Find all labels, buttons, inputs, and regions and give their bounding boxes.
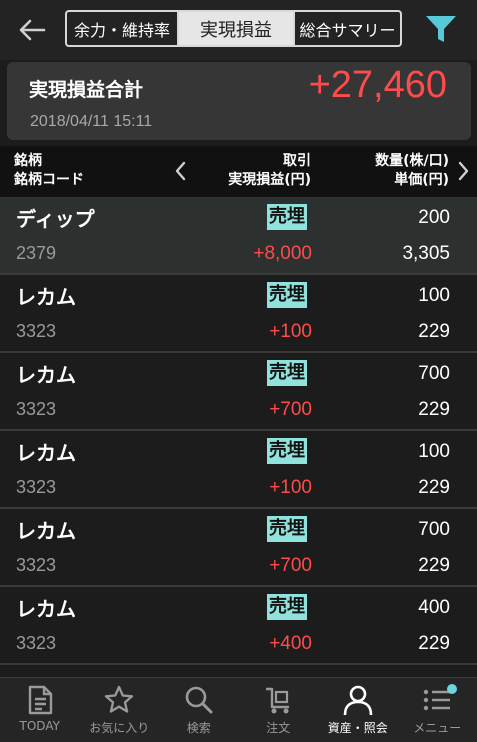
trade-type-badge: 売埋 (267, 282, 307, 308)
table-row[interactable]: レカム 3323 売埋 +400 400 229 (0, 587, 477, 665)
trade-type-badge: 売埋 (267, 438, 307, 464)
column-trade-label: 取引 (228, 152, 311, 171)
stock-name: ディップ (16, 203, 95, 232)
stock-code: 3323 (16, 633, 56, 654)
quantity: 100 (418, 285, 450, 307)
table-row[interactable]: レカム 3323 売埋 +700 700 229 (0, 509, 477, 587)
filter-icon (424, 12, 458, 46)
trade-type-badge: 売埋 (267, 360, 307, 386)
summary-label: 実現損益合計 (29, 75, 143, 102)
summary-datetime: 2018/04/11 15:11 (30, 113, 152, 131)
tab-margin[interactable]: 余力・維持率 (67, 12, 179, 45)
realized-pnl: +700 (269, 399, 312, 421)
back-arrow-icon (14, 14, 50, 46)
cart-icon (262, 684, 294, 716)
chevron-left-icon[interactable] (174, 160, 188, 182)
nav-order[interactable]: 注文 (239, 678, 319, 742)
nav-favorites-label: お気に入り (80, 719, 160, 736)
nav-today-label: TODAY (0, 719, 80, 733)
trade-type-badge: 売埋 (267, 204, 307, 230)
unit-price: 229 (418, 555, 450, 577)
stock-name: レカム (16, 359, 76, 388)
table-row[interactable]: レカム 3323 売埋 +100 100 229 (0, 275, 477, 353)
summary-card: 実現損益合計 +27,460 2018/04/11 15:11 (7, 62, 471, 140)
nav-menu[interactable]: メニュー (398, 678, 477, 742)
column-stock: 銘柄 銘柄コード (14, 152, 84, 190)
nav-search[interactable]: 検索 (159, 678, 239, 742)
tab-realized-pnl[interactable]: 実現損益 (179, 12, 293, 45)
nav-today[interactable]: TODAY (0, 678, 80, 742)
trade-type-badge: 売埋 (267, 594, 307, 620)
segment-control: 余力・維持率 実現損益 総合サマリー (65, 10, 402, 47)
unit-price: 229 (418, 477, 450, 499)
nav-menu-label: メニュー (398, 719, 477, 736)
table-row[interactable]: レカム 3323 売埋 +100 100 229 (0, 431, 477, 509)
chevron-right-icon[interactable] (456, 160, 470, 182)
stock-name: レカム (16, 515, 76, 544)
stock-name: レカム (16, 281, 76, 310)
quantity: 700 (418, 519, 450, 541)
stock-code: 2379 (16, 243, 56, 264)
summary-total: +27,460 (309, 64, 447, 107)
realized-pnl: +400 (269, 633, 312, 655)
realized-pnl: +100 (269, 477, 312, 499)
filter-button[interactable] (424, 12, 458, 46)
nav-assets-label: 資産・照会 (318, 719, 398, 736)
column-header: 銘柄 銘柄コード 取引 実現損益(円) 数量(株/口) 単価(円) (0, 146, 477, 197)
unit-price: 229 (418, 633, 450, 655)
back-button[interactable] (14, 14, 50, 46)
nav-favorites[interactable]: お気に入り (80, 678, 160, 742)
realized-pnl: +700 (269, 555, 312, 577)
search-icon (183, 684, 215, 716)
table-row[interactable]: ディップ 2379 売埋 +8,000 200 3,305 (0, 197, 477, 275)
column-quantity-label: 数量(株/口) (375, 152, 449, 171)
tab-summary[interactable]: 総合サマリー (293, 12, 400, 45)
stock-code: 3323 (16, 399, 56, 420)
column-price-label: 単価(円) (375, 171, 449, 190)
nav-order-label: 注文 (239, 719, 319, 736)
stock-name: レカム (16, 593, 76, 622)
trade-type-badge: 売埋 (267, 516, 307, 542)
table-row[interactable]: レカム 3323 売埋 +700 700 229 (0, 353, 477, 431)
quantity: 400 (418, 597, 450, 619)
column-pnl-label: 実現損益(円) (228, 171, 311, 190)
quantity: 700 (418, 363, 450, 385)
column-stock-label: 銘柄 (14, 152, 84, 171)
nav-assets[interactable]: 資産・照会 (318, 678, 398, 742)
realized-pnl: +100 (269, 321, 312, 343)
star-icon (103, 684, 135, 716)
realized-pnl: +8,000 (253, 243, 312, 265)
person-icon (342, 684, 374, 716)
column-code-label: 銘柄コード (14, 171, 84, 190)
unit-price: 229 (418, 321, 450, 343)
document-icon (25, 684, 55, 716)
column-trade: 取引 実現損益(円) (228, 152, 311, 190)
bottom-nav: TODAY お気に入り 検索 注文 資産・照会 (0, 677, 477, 742)
trade-list: ディップ 2379 売埋 +8,000 200 3,305 レカム 3323 売… (0, 197, 477, 665)
notification-dot (447, 684, 457, 694)
column-quantity: 数量(株/口) 単価(円) (375, 152, 449, 190)
unit-price: 229 (418, 399, 450, 421)
unit-price: 3,305 (402, 243, 450, 265)
stock-code: 3323 (16, 555, 56, 576)
stock-code: 3323 (16, 477, 56, 498)
quantity: 200 (418, 207, 450, 229)
stock-code: 3323 (16, 321, 56, 342)
top-bar: 余力・維持率 実現損益 総合サマリー (0, 0, 477, 60)
quantity: 100 (418, 441, 450, 463)
nav-search-label: 検索 (159, 719, 239, 736)
stock-name: レカム (16, 437, 76, 466)
